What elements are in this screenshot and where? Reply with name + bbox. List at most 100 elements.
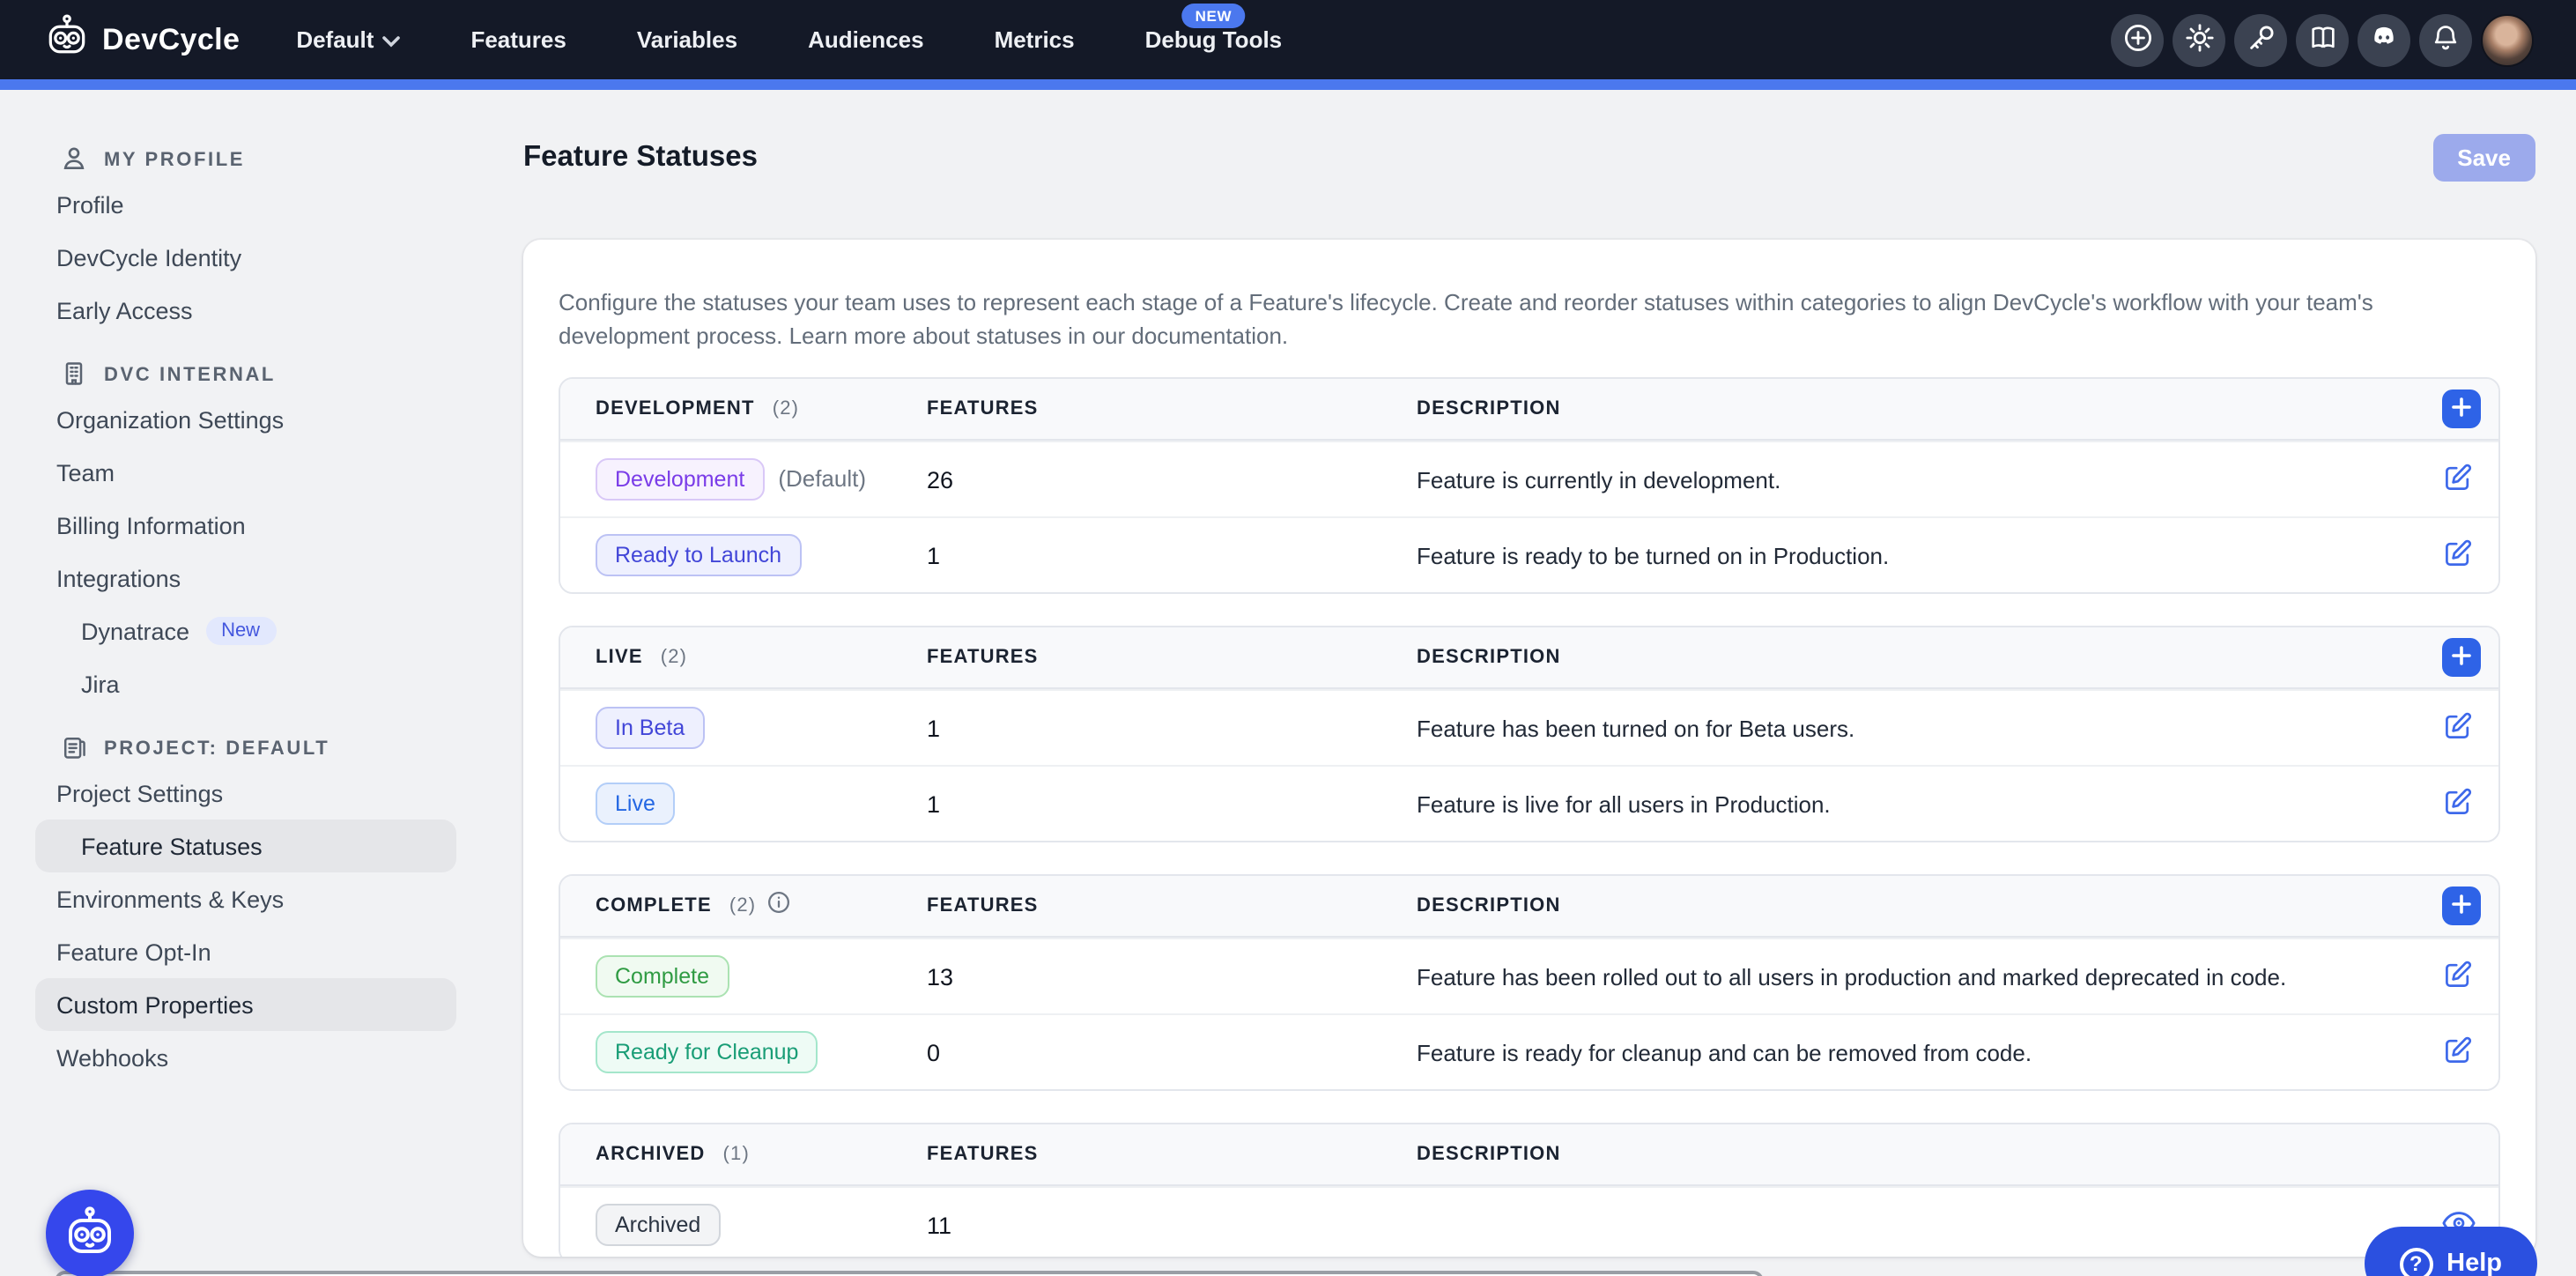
status-category-live: LIVE(2) FEATURES DESCRIPTION In Beta 1 F…: [559, 626, 2500, 842]
category-header-row: DEVELOPMENT(2) FEATURES DESCRIPTION: [560, 379, 2498, 441]
bell-icon: [2432, 22, 2460, 57]
status-row: Ready to Launch 1 Feature is ready to be…: [560, 516, 2498, 592]
notifications-button[interactable]: [2419, 13, 2472, 66]
sidebar-item-custom-properties[interactable]: Custom Properties: [35, 978, 456, 1031]
edit-pencil-icon: [2442, 785, 2474, 822]
status-description: Feature is live for all users in Product…: [1417, 790, 2417, 817]
sidebar-item-feature-statuses[interactable]: Feature Statuses: [35, 820, 456, 872]
features-column-header: FEATURES: [927, 895, 1417, 916]
sidebar-section-project-default: PROJECT: DEFAULT: [60, 731, 488, 767]
top-navbar: DevCycle Default Features Variables Audi…: [0, 0, 2576, 79]
status-badge[interactable]: In Beta: [596, 707, 704, 749]
nav-item-metrics[interactable]: Metrics: [959, 0, 1110, 79]
assistant-mascot-button[interactable]: [46, 1190, 134, 1276]
question-mark-icon: ?: [2399, 1247, 2432, 1276]
avatar[interactable]: [2481, 13, 2534, 66]
robot-logo-icon: [44, 12, 90, 67]
clipboard-icon: [60, 732, 88, 766]
category-count: (2): [661, 647, 688, 668]
status-badge[interactable]: Ready for Cleanup: [596, 1031, 818, 1073]
sidebar-item-team[interactable]: Team: [35, 446, 456, 499]
building-icon: [60, 359, 88, 392]
edit-status-button[interactable]: [2417, 537, 2498, 574]
sidebar-item-integrations[interactable]: Integrations: [35, 552, 456, 605]
category-count: (2): [773, 398, 800, 419]
status-badge[interactable]: Complete: [596, 955, 729, 998]
status-badge[interactable]: Live: [596, 783, 675, 825]
status-description: Feature is ready to be turned on in Prod…: [1417, 542, 2417, 568]
status-category-archived: ARCHIVED(1) FEATURES DESCRIPTION Archive…: [559, 1123, 2500, 1257]
sidebar-item-project-settings[interactable]: Project Settings: [35, 767, 456, 820]
description-column-header: DESCRIPTION: [1417, 895, 2417, 916]
category-count: (2): [729, 895, 757, 916]
edit-status-button[interactable]: [2417, 958, 2498, 995]
category-header-row: COMPLETE (2) FEATURES DESCRIPTION: [560, 876, 2498, 938]
features-column-header: FEATURES: [927, 398, 1417, 419]
status-badge[interactable]: Archived: [596, 1204, 720, 1246]
documentation-button[interactable]: [2296, 13, 2349, 66]
edit-pencil-icon: [2442, 537, 2474, 574]
save-button[interactable]: Save: [2432, 133, 2535, 181]
edit-status-button[interactable]: [2417, 709, 2498, 746]
app-window: DevCycle Default Features Variables Audi…: [0, 0, 2576, 1276]
api-keys-button[interactable]: [2234, 13, 2287, 66]
status-category-complete: COMPLETE (2) FEATURES DESCRIPTION Complet…: [559, 874, 2500, 1091]
status-description: Feature is ready for cleanup and can be …: [1417, 1039, 2417, 1065]
add-status-button[interactable]: [2442, 638, 2481, 677]
nav-item-features[interactable]: Features: [435, 0, 601, 79]
project-switcher[interactable]: Default: [261, 0, 435, 79]
status-description: Feature has been rolled out to all users…: [1417, 963, 2417, 990]
default-suffix: (Default): [778, 465, 866, 492]
sidebar-item-organization-settings[interactable]: Organization Settings: [35, 393, 456, 446]
category-name: COMPLETE: [596, 895, 712, 916]
edit-status-button[interactable]: [2417, 461, 2498, 498]
plus-circle-icon: [2122, 22, 2152, 57]
key-icon: [2246, 22, 2276, 57]
devcycle-logo[interactable]: DevCycle: [44, 12, 240, 67]
add-status-button[interactable]: [2442, 887, 2481, 925]
nav-item-variables[interactable]: Variables: [602, 0, 773, 79]
status-badge[interactable]: Ready to Launch: [596, 534, 801, 576]
category-name: ARCHIVED: [596, 1144, 706, 1165]
info-icon[interactable]: [766, 889, 791, 923]
sidebar-item-billing-information[interactable]: Billing Information: [35, 499, 456, 552]
settings-button[interactable]: [2173, 13, 2225, 66]
plus-icon: [2451, 396, 2472, 422]
new-badge: New: [205, 617, 276, 645]
sidebar-item-devcycle-identity[interactable]: DevCycle Identity: [35, 231, 456, 284]
nav-item-audiences[interactable]: Audiences: [773, 0, 959, 79]
sidebar-item-feature-opt-in[interactable]: Feature Opt-In: [35, 925, 456, 978]
features-column-header: FEATURES: [927, 647, 1417, 668]
discord-button[interactable]: [2358, 13, 2410, 66]
sidebar-item-environments-keys[interactable]: Environments & Keys: [35, 872, 456, 925]
edit-status-button[interactable]: [2417, 785, 2498, 822]
status-description: Feature has been turned on for Beta user…: [1417, 715, 2417, 741]
create-button[interactable]: [2111, 13, 2164, 66]
plus-icon: [2451, 893, 2472, 919]
category-name: LIVE: [596, 647, 643, 668]
edit-pencil-icon: [2442, 958, 2474, 995]
edit-status-button[interactable]: [2417, 1034, 2498, 1071]
status-row: Ready for Cleanup 0 Feature is ready for…: [560, 1013, 2498, 1089]
status-row: Live 1 Feature is live for all users in …: [560, 765, 2498, 841]
feature-count: 11: [927, 1212, 1417, 1238]
sidebar-item-jira[interactable]: Jira: [35, 657, 456, 710]
sidebar-section-dvc-internal: DVC INTERNAL: [60, 358, 488, 393]
main-content: Feature Statuses Save Configure the stat…: [488, 90, 2576, 1276]
feature-statuses-card: Configure the statuses your team uses to…: [523, 240, 2535, 1257]
status-badge[interactable]: Development: [596, 458, 764, 501]
category-header-row: ARCHIVED(1) FEATURES DESCRIPTION: [560, 1124, 2498, 1186]
discord-icon: [2368, 21, 2400, 58]
feature-count: 13: [927, 963, 1417, 990]
sidebar-item-dynatrace[interactable]: Dynatrace New: [35, 605, 456, 657]
sidebar-item-webhooks[interactable]: Webhooks: [35, 1031, 456, 1084]
add-status-button[interactable]: [2442, 389, 2481, 428]
sidebar-item-early-access[interactable]: Early Access: [35, 284, 456, 337]
feature-count: 1: [927, 715, 1417, 741]
chevron-down-icon: [382, 26, 400, 53]
help-button[interactable]: ? Help: [2364, 1227, 2537, 1276]
nav-item-debug-tools[interactable]: NEW Debug Tools: [1110, 0, 1318, 79]
edit-pencil-icon: [2442, 709, 2474, 746]
sidebar-item-profile[interactable]: Profile: [35, 178, 456, 231]
new-badge: NEW: [1181, 4, 1246, 28]
